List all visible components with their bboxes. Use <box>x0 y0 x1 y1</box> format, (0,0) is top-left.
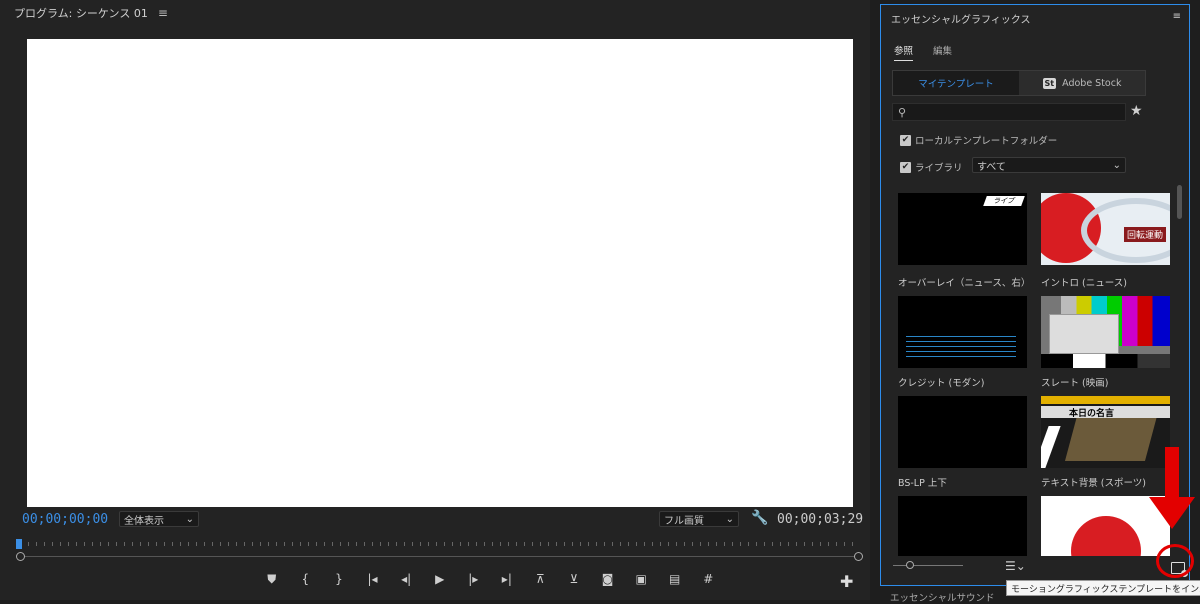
adobe-stock-label: Adobe Stock <box>1062 77 1122 89</box>
panel-title: エッセンシャルグラフィックス <box>891 15 1031 26</box>
essential-graphics-panel: エッセンシャルグラフィックス ≡ 参照 編集 マイテンプレート St Adobe… <box>880 4 1190 586</box>
template-caption: テキスト背景 (スポーツ) <box>1041 478 1146 489</box>
transport-controls: ⛊{} |◂ ◂| ▶ |▸ ▸| ⊼ ⊻ ◙ ▣ ▤ # <box>255 570 725 588</box>
annotation-arrow-head <box>1149 497 1195 529</box>
template-thumbnail-credits-modern[interactable] <box>898 296 1027 368</box>
template-caption: クレジット (モダン) <box>898 378 985 389</box>
chevron-down-icon: ⌄ <box>185 513 194 525</box>
live-tag: ライブ <box>983 196 1025 206</box>
zoom-level-select[interactable]: 全体表示 ⌄ <box>119 511 199 527</box>
zoom-scrollbar-start-handle[interactable] <box>16 552 25 561</box>
adobe-stock-button[interactable]: St Adobe Stock <box>1019 71 1145 95</box>
grid-scrollbar[interactable] <box>1177 185 1182 219</box>
my-templates-button[interactable]: マイテンプレート <box>893 71 1019 95</box>
comparison-view-icon[interactable]: ▣ <box>624 570 658 588</box>
template-thumbnail[interactable] <box>898 496 1027 556</box>
playback-quality-select[interactable]: フル画質 ⌄ <box>659 511 739 527</box>
go-to-in-icon[interactable]: |◂ <box>356 570 390 588</box>
zoom-scrollbar[interactable] <box>20 556 860 557</box>
template-thumbnail-intro-news[interactable]: 回転運動 <box>1041 193 1170 265</box>
playhead[interactable] <box>16 539 22 549</box>
install-tooltip: モーショングラフィックステンプレートをインストール <box>1006 580 1200 596</box>
essential-graphics-header: エッセンシャルグラフィックス ≡ <box>891 11 1181 26</box>
checkmark-icon: ✔ <box>900 161 911 173</box>
slate-card <box>1049 314 1119 354</box>
add-marker-icon[interactable]: ⛊ <box>255 570 289 588</box>
top-stripe <box>1041 396 1170 404</box>
tab-edit[interactable]: 編集 <box>933 43 952 57</box>
go-to-out-icon[interactable]: ▸| <box>490 570 524 588</box>
step-back-icon[interactable]: ◂| <box>389 570 423 588</box>
zoom-scrollbar-end-handle[interactable] <box>854 552 863 561</box>
mark-in-icon[interactable]: { <box>289 570 323 588</box>
template-thumbnail-slate-movie[interactable] <box>1041 296 1170 368</box>
pluge-bars <box>1041 354 1170 368</box>
checkmark-icon: ✔ <box>900 134 911 146</box>
chevron-down-icon: ⌄ <box>1112 159 1121 171</box>
thumbnail-size-slider[interactable] <box>893 565 963 566</box>
library-select[interactable]: すべて ⌄ <box>972 157 1126 173</box>
search-input[interactable]: ⚲ <box>892 103 1126 121</box>
credits-lines <box>906 336 1016 358</box>
globe-graphic <box>1071 516 1141 556</box>
photo-panel <box>1064 416 1158 461</box>
program-monitor-header: プログラム: シーケンス 01 ≡ <box>0 0 870 26</box>
essential-sound-panel-tab[interactable]: エッセンシャルサウンド <box>890 590 995 604</box>
panel-menu-icon[interactable]: ≡ <box>1173 11 1181 26</box>
play-icon[interactable]: ▶ <box>423 570 457 588</box>
quote-title: 本日の名言 <box>1041 406 1170 419</box>
playhead-timecode[interactable]: 00;00;00;00 <box>22 512 108 527</box>
template-thumbnail-overlay-news[interactable]: ライブ <box>898 193 1027 265</box>
safe-margins-icon[interactable]: # <box>692 570 726 588</box>
annotation-arrow-shaft <box>1165 447 1179 497</box>
star-icon[interactable]: ★ <box>1130 103 1143 119</box>
extract-icon[interactable]: ⊻ <box>557 570 591 588</box>
annotation-circle <box>1156 544 1194 578</box>
step-forward-icon[interactable]: |▸ <box>456 570 490 588</box>
tab-browse[interactable]: 参照 <box>894 43 914 61</box>
search-icon: ⚲ <box>898 105 907 119</box>
proxy-icon[interactable]: ▤ <box>658 570 692 588</box>
wrench-icon[interactable]: 🔧 <box>751 510 768 526</box>
sort-icon[interactable]: ☰⌄ <box>1005 559 1026 573</box>
lift-icon[interactable]: ⊼ <box>524 570 558 588</box>
stock-icon: St <box>1042 77 1057 89</box>
program-monitor-panel: プログラム: シーケンス 01 ≡ 00;00;00;00 全体表示 ⌄ フル画質… <box>0 0 870 600</box>
template-thumbnail-bs-lp[interactable] <box>898 396 1027 468</box>
rotation-title: 回転運動 <box>1123 227 1166 242</box>
duration-timecode: 00;00;03;29 <box>777 512 864 527</box>
library-value: すべて <box>977 161 1006 173</box>
template-thumbnail-text-bg-sports[interactable]: 本日の名言 <box>1041 396 1170 468</box>
local-templates-checkbox[interactable]: ✔ ローカルテンプレートフォルダー <box>900 133 1057 147</box>
zoom-level-value: 全体表示 <box>124 515 164 527</box>
template-caption: BS-LP 上下 <box>898 478 947 489</box>
template-caption: オーバーレイ（ニュース、右） <box>898 278 1031 289</box>
mark-out-icon[interactable]: } <box>322 570 356 588</box>
diagonal-stripe <box>1041 426 1061 468</box>
libraries-checkbox[interactable]: ✔ ライブラリ <box>900 160 963 174</box>
video-frame[interactable] <box>27 39 853 507</box>
thumbnail-size-handle[interactable] <box>906 561 914 569</box>
quality-value: フル画質 <box>664 515 704 527</box>
template-caption: スレート (映画) <box>1041 378 1109 389</box>
export-frame-icon[interactable]: ◙ <box>591 570 625 588</box>
time-ruler[interactable] <box>20 536 860 550</box>
button-editor-plus-icon[interactable]: ✚ <box>840 572 853 591</box>
libraries-label: ライブラリ <box>915 163 963 174</box>
template-caption: イントロ (ニュース) <box>1041 278 1127 289</box>
panel-title: プログラム: シーケンス 01 <box>14 7 148 20</box>
local-templates-label: ローカルテンプレートフォルダー <box>915 136 1058 147</box>
panel-menu-icon[interactable]: ≡ <box>158 6 168 20</box>
chevron-down-icon: ⌄ <box>725 513 734 525</box>
source-segmented-control: マイテンプレート St Adobe Stock <box>892 70 1146 96</box>
